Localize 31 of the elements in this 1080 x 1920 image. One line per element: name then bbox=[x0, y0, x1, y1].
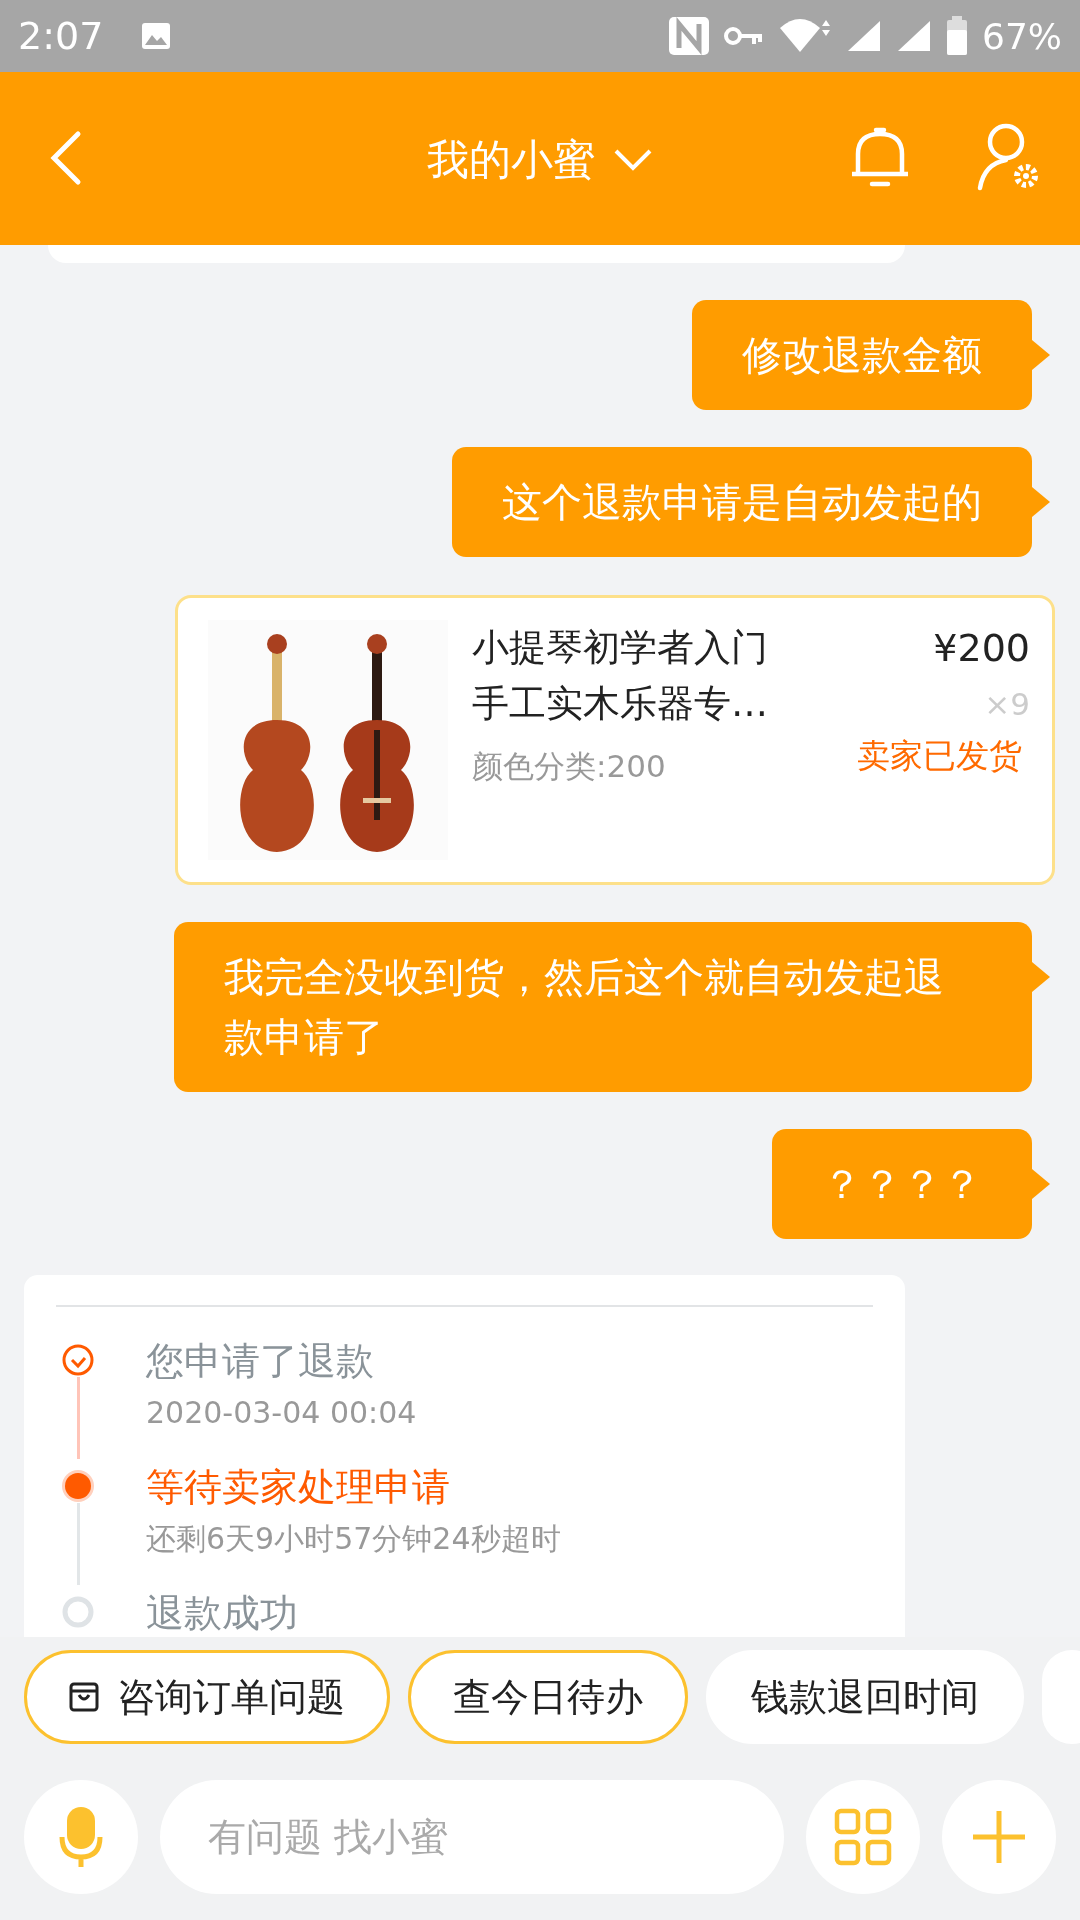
microphone-icon bbox=[59, 1805, 103, 1869]
battery-icon bbox=[946, 16, 968, 56]
quick-reply-chip[interactable]: 钱款退回时间 bbox=[706, 1650, 1024, 1744]
grid-icon bbox=[834, 1808, 892, 1866]
product-title: 小提琴初学者入门 bbox=[472, 625, 769, 671]
key-icon bbox=[724, 24, 764, 48]
quick-reply-chip[interactable]: 咨询订单问题 bbox=[24, 1650, 390, 1744]
product-spec: 颜色分类:200 bbox=[472, 747, 667, 786]
bubble-tail-icon bbox=[1032, 1169, 1050, 1199]
step-title: 退款成功 bbox=[146, 1590, 298, 1637]
product-title: 手工实木乐器专… bbox=[472, 681, 769, 727]
battery-percent: 67% bbox=[982, 15, 1062, 57]
chevron-down-icon[interactable] bbox=[613, 148, 653, 172]
step-subtitle: 2020-03-04 00:04 bbox=[146, 1394, 417, 1432]
nfc-icon bbox=[668, 16, 710, 56]
status-time: 2:07 bbox=[18, 14, 104, 58]
step-title: 等待卖家处理申请 bbox=[146, 1464, 451, 1511]
bubble-tail-icon bbox=[1032, 962, 1050, 992]
quick-reply-chip[interactable]: 查今日待办 bbox=[408, 1650, 688, 1744]
signal-icon bbox=[846, 19, 882, 53]
bell-icon[interactable] bbox=[850, 126, 910, 188]
step-title: 您申请了退款 bbox=[146, 1338, 375, 1385]
order-status: 卖家已发货 bbox=[857, 735, 1022, 777]
step-subtitle: 还剩6天9小时57分钟24秒超时 bbox=[146, 1520, 561, 1558]
signal-icon bbox=[896, 19, 932, 53]
product-price: ¥200 bbox=[933, 625, 1030, 672]
image-icon bbox=[141, 22, 172, 50]
plus-icon bbox=[971, 1809, 1027, 1865]
bubble-tail-icon bbox=[1032, 487, 1050, 517]
message-input[interactable]: 有问题 找小蜜 bbox=[160, 1780, 784, 1894]
bubble-tail-icon bbox=[1032, 340, 1050, 370]
